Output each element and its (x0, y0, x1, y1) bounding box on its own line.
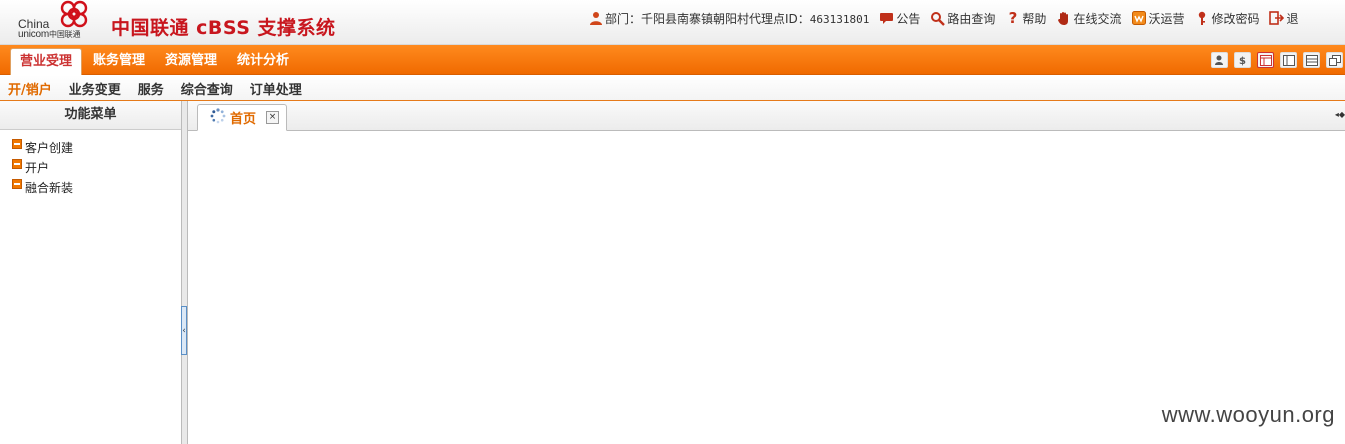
watermark: www.wooyun.org (1161, 402, 1335, 427)
wo-operations-icon (1131, 11, 1146, 26)
main-nav-bar: 营业受理 账务管理 资源管理 统计分析 $ (0, 45, 1345, 75)
subnav-service-change[interactable]: 业务变更 (69, 79, 121, 98)
wo-operations-link[interactable]: 沃运营 (1131, 10, 1184, 27)
subnav-open-close-account[interactable]: 开/销户 (8, 79, 52, 105)
function-menu-list: 客户创建 开户 融合新装 (0, 130, 181, 197)
help-link[interactable]: ? 帮助 (1005, 9, 1047, 27)
main-tab-business[interactable]: 营业受理 (10, 48, 83, 75)
top-toolbar: 部门：千阳县南寨镇朝阳村代理点ID：463131801 公告 路由查询 ? 帮助… (588, 9, 1309, 27)
department-info: 部门：千阳县南寨镇朝阳村代理点ID：463131801 (588, 10, 869, 27)
exit-icon (1269, 11, 1285, 26)
collapse-sidebar-handle[interactable]: ‹ (181, 306, 187, 355)
subnav-service[interactable]: 服务 (138, 79, 164, 98)
function-menu-sidebar: 功能菜单 客户创建 开户 融合新装 (0, 101, 181, 444)
announcement-link[interactable]: 公告 (879, 10, 920, 27)
tab-home-label: 首页 (230, 112, 257, 127)
app-title: 中国联通 cBSS 支撑系统 (111, 17, 336, 39)
layout-red-icon[interactable] (1257, 52, 1274, 68)
change-password-link[interactable]: 修改密码 (1194, 10, 1259, 27)
main-content: 首页 × ◂◆ (188, 101, 1345, 444)
main-tab-accounting[interactable]: 账务管理 (84, 48, 154, 75)
key-icon (1194, 11, 1209, 26)
main-tab-statistics[interactable]: 统计分析 (228, 48, 298, 75)
collapse-icon (12, 159, 22, 169)
search-icon (930, 11, 946, 26)
exchange-icon[interactable]: $ (1234, 52, 1251, 68)
logo-text-unicom: unicom中国联通 (18, 29, 81, 40)
header: China unicom中国联通 中国联通 cBSS 支撑系统 部门：千阳县南寨… (0, 0, 1345, 45)
svg-text:$: $ (1239, 56, 1246, 66)
department-label: 部门：千阳县南寨镇朝阳村代理点ID： (605, 11, 810, 26)
announcement-icon (879, 11, 894, 26)
sidebar-title: 功能菜单 (0, 101, 181, 130)
help-icon: ? (1008, 9, 1018, 27)
tab-home[interactable]: 首页 × (197, 104, 287, 131)
layout-rows-icon[interactable] (1303, 52, 1320, 68)
sub-nav-bar: 开/销户 业务变更 服务 综合查询 订单处理 (0, 75, 1345, 105)
logout-link[interactable]: 退 (1269, 10, 1299, 27)
subnav-comprehensive-query[interactable]: 综合查询 (181, 79, 233, 98)
subnav-order-processing[interactable]: 订单处理 (250, 79, 302, 98)
loading-spinner-icon (210, 108, 226, 127)
menu-item-open-account[interactable]: 开户 (12, 157, 181, 177)
route-query-link[interactable]: 路由查询 (930, 10, 995, 27)
hand-icon (1056, 11, 1071, 26)
online-chat-link[interactable]: 在线交流 (1056, 10, 1121, 27)
user-icon (588, 11, 603, 26)
menu-item-converged-install[interactable]: 融合新装 (12, 177, 181, 197)
menu-item-create-customer[interactable]: 客户创建 (12, 137, 181, 157)
collapse-icon (12, 139, 22, 149)
unicom-knot-logo (60, 0, 88, 28)
close-tab-icon[interactable]: × (266, 111, 279, 124)
layout-toolbar: $ (1205, 52, 1343, 68)
window-restore-icon[interactable] (1326, 52, 1343, 68)
page-tab-bar: 首页 × ◂◆ (188, 101, 1345, 131)
layout-left-panel-icon[interactable] (1280, 52, 1297, 68)
tab-scroll-arrows-icon[interactable]: ◂◆ (1335, 110, 1345, 119)
collapse-icon (12, 179, 22, 189)
user-switch-icon[interactable] (1211, 52, 1228, 68)
sidebar-splitter[interactable]: ‹ (181, 101, 188, 444)
main-tab-resources[interactable]: 资源管理 (156, 48, 226, 75)
department-id: 463131801 (809, 12, 870, 26)
